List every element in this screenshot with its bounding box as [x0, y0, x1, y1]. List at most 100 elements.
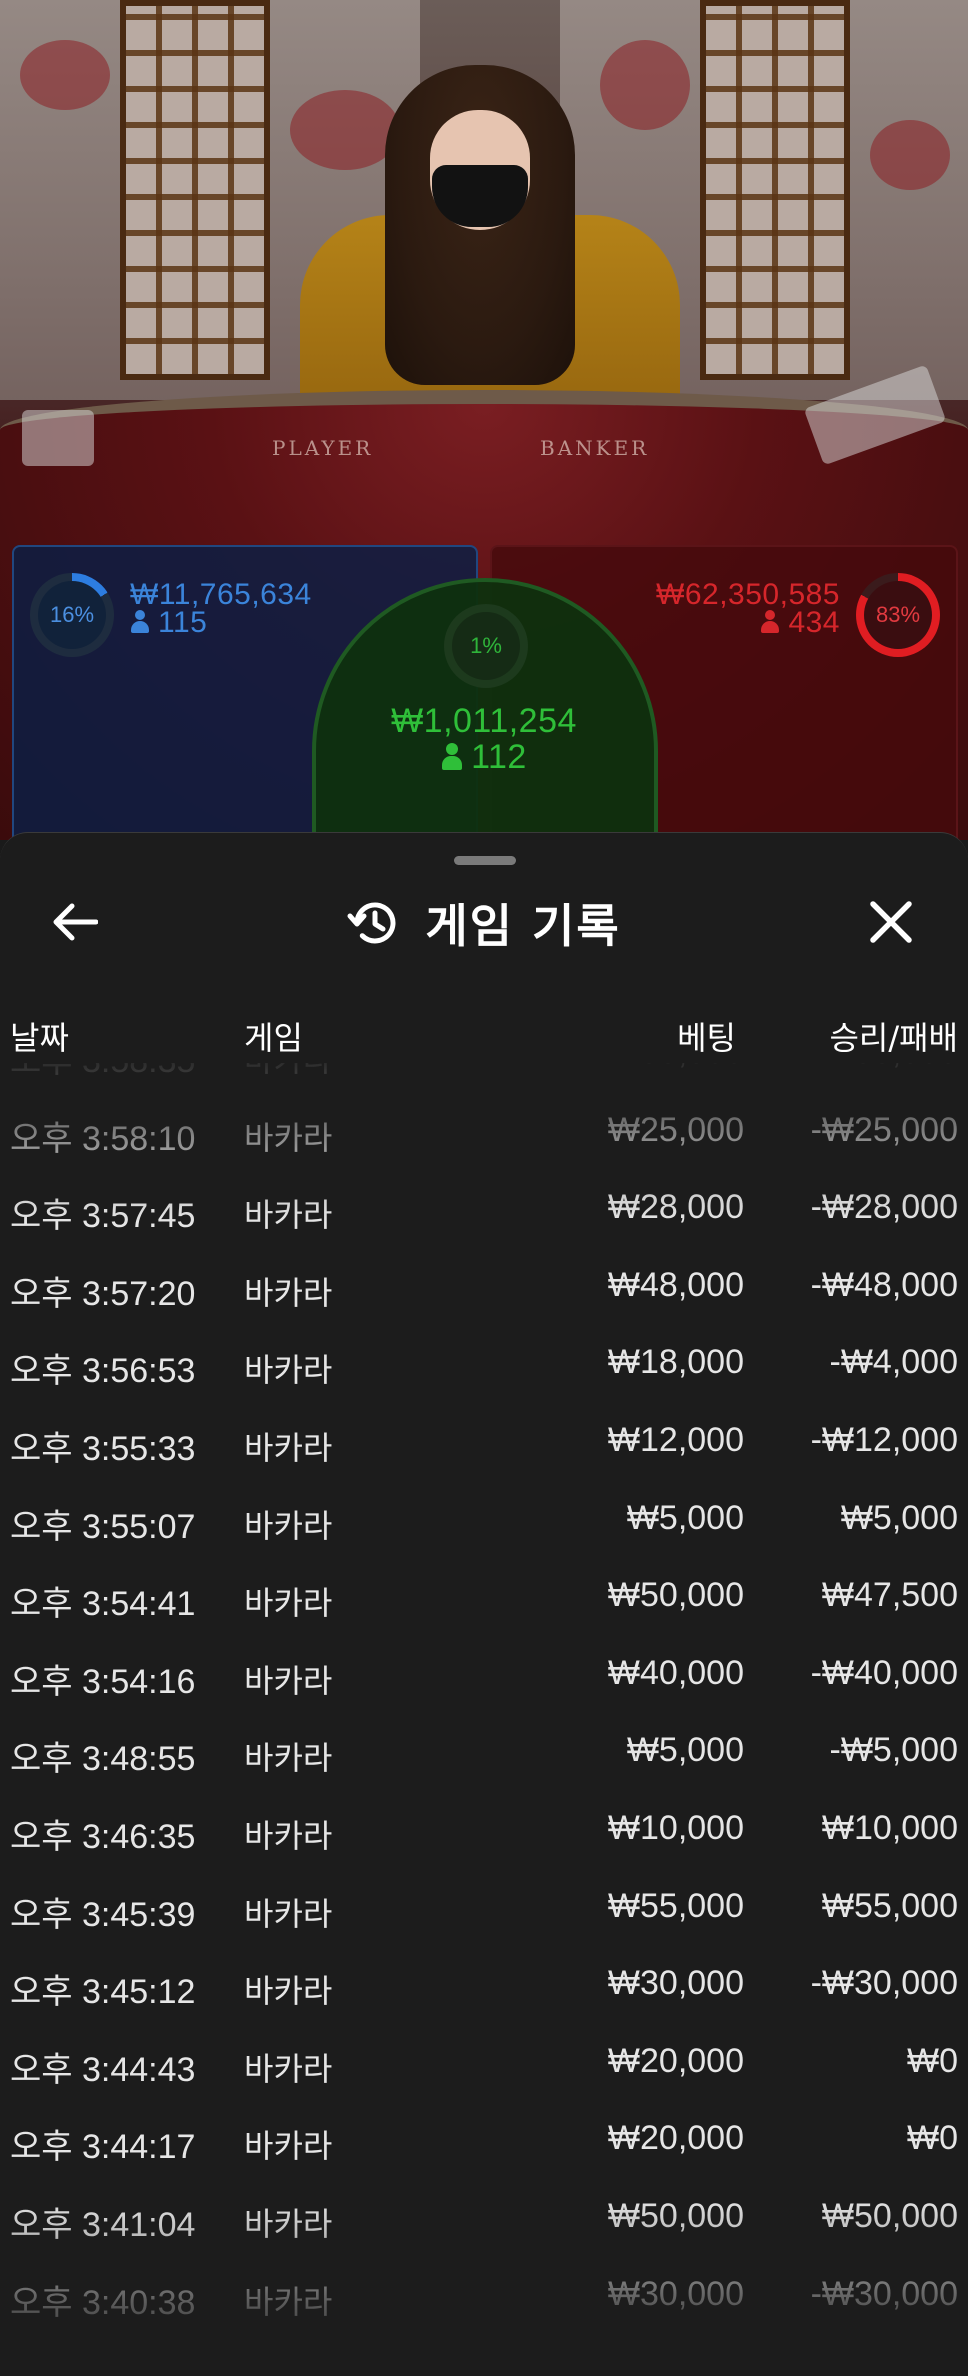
row-time: 오후 3:58:10: [10, 1119, 196, 1158]
table-row[interactable]: 오후 3:56:53 바카라 ₩18,000 -₩4,000: [0, 1325, 968, 1403]
row-time: 오후 3:45:39: [10, 1895, 196, 1934]
row-win-loss-amount: ₩0: [907, 2041, 958, 2080]
row-game: 바카라: [244, 1739, 333, 1778]
table-row[interactable]: 오후 3:55:07 바카라 ₩5,000 ₩5,000: [0, 1481, 968, 1559]
player-percent: 16%: [38, 581, 106, 649]
row-win-loss-amount: ₩55,000: [821, 1886, 958, 1925]
table-row[interactable]: 오후 3:58:10 바카라 ₩25,000 -₩25,000: [0, 1093, 968, 1171]
row-win-loss-amount: -₩100,000: [792, 1063, 958, 1072]
table-row[interactable]: 오후 3:44:17 바카라 ₩20,000 ₩0: [0, 2101, 968, 2179]
row-game: 바카라: [244, 1506, 333, 1545]
table-row[interactable]: 오후 3:57:20 바카라 ₩48,000 -₩48,000: [0, 1248, 968, 1326]
tie-total-amount: ₩1,011,254: [391, 702, 577, 740]
table-row[interactable]: 오후 3:45:12 바카라 ₩30,000 -₩30,000: [0, 1946, 968, 2024]
player-bettor-count: 115: [130, 606, 207, 640]
row-game: 바카라: [244, 2049, 333, 2088]
dealer-mask: [432, 165, 528, 227]
row-win-loss-amount: -₩4,000: [829, 1343, 959, 1382]
lattice-screen-right: [700, 0, 850, 380]
row-bet-amount: ₩100,000: [589, 1063, 744, 1072]
row-game: 바카라: [244, 2282, 333, 2321]
row-game: 바카라: [244, 1273, 333, 1312]
discard-tray: [22, 410, 94, 466]
row-game: 바카라: [244, 1661, 333, 1700]
table-row[interactable]: 오후 3:44:43 바카라 ₩20,000 ₩0: [0, 2024, 968, 2102]
banker-percent-ring: 83%: [856, 573, 940, 657]
row-bet-amount: ₩18,000: [607, 1343, 744, 1382]
row-win-loss-amount: -₩30,000: [810, 2274, 958, 2313]
row-win-loss-amount: -₩28,000: [810, 1188, 958, 1227]
row-time: 오후 3:54:41: [10, 1585, 196, 1624]
table-row[interactable]: 오후 3:58:35 바카라 ₩100,000 -₩100,000: [0, 1063, 968, 1093]
table-row[interactable]: 오후 3:40:38 바카라 ₩30,000 -₩30,000: [0, 2257, 968, 2335]
table-row[interactable]: 오후 3:41:04 바카라 ₩50,000 ₩50,000: [0, 2179, 968, 2257]
row-bet-amount: ₩5,000: [626, 1498, 744, 1537]
table-row[interactable]: 오후 3:48:55 바카라 ₩5,000 -₩5,000: [0, 1713, 968, 1791]
row-win-loss-amount: -₩48,000: [810, 1265, 958, 1304]
tie-percent: 1%: [452, 612, 520, 680]
tie-bettor-count: 112: [0, 738, 968, 777]
row-game: 바카라: [244, 1972, 333, 2011]
row-win-loss-amount: ₩50,000: [821, 2197, 958, 2235]
column-header-date: 날짜: [10, 1019, 69, 1057]
table-row[interactable]: 오후 3:54:16 바카라 ₩40,000 -₩40,000: [0, 1636, 968, 1714]
row-bet-amount: ₩55,000: [607, 1886, 744, 1925]
blossom-decoration: [600, 40, 690, 130]
row-bet-amount: ₩48,000: [607, 1265, 744, 1304]
close-button[interactable]: [864, 895, 918, 949]
player-percent-ring: 16%: [30, 573, 114, 657]
sheet-drag-handle[interactable]: [454, 856, 516, 865]
close-icon: [870, 901, 912, 943]
row-game: 바카라: [244, 1118, 333, 1157]
row-bet-amount: ₩50,000: [607, 2197, 744, 2235]
row-bet-amount: ₩30,000: [607, 1964, 744, 2003]
row-game: 바카라: [244, 1817, 333, 1855]
column-header-win-loss: 승리/패배: [829, 1019, 958, 1057]
table-row[interactable]: 오후 3:46:35 바카라 ₩10,000 ₩10,000: [0, 1791, 968, 1869]
row-bet-amount: ₩25,000: [607, 1110, 744, 1149]
history-icon: [347, 902, 396, 944]
lattice-screen-left: [120, 0, 270, 380]
banker-percent: 83%: [864, 581, 932, 649]
row-win-loss-amount: -₩30,000: [810, 1964, 958, 2003]
table-row[interactable]: 오후 3:54:41 바카라 ₩50,000 ₩47,500: [0, 1558, 968, 1636]
table-label-player: PLAYER: [272, 436, 374, 460]
row-time: 오후 3:58:35: [10, 1063, 195, 1082]
banker-bettor-count: 434: [760, 606, 840, 640]
table-label-banker: BANKER: [540, 436, 650, 460]
row-bet-amount: ₩10,000: [607, 1809, 744, 1847]
row-win-loss-amount: -₩12,000: [810, 1421, 958, 1459]
row-game: 바카라: [244, 1351, 333, 1390]
row-time: 오후 3:48:55: [10, 1740, 196, 1779]
table-row[interactable]: 오후 3:45:39 바카라 ₩55,000 ₩55,000: [0, 1869, 968, 1947]
row-win-loss-amount: ₩5,000: [840, 1498, 958, 1537]
table-row[interactable]: 오후 3:55:33 바카라 ₩12,000 -₩12,000: [0, 1403, 968, 1481]
history-list[interactable]: 오후 3:58:35 바카라 ₩100,000 -₩100,000 오후 3:58:10…: [0, 1063, 968, 2376]
row-bet-amount: ₩30,000: [607, 2274, 744, 2313]
row-time: 오후 3:54:16: [10, 1662, 196, 1701]
column-header-game: 게임: [244, 1019, 303, 1057]
row-time: 오후 3:40:38: [10, 2283, 196, 2322]
person-icon: [130, 610, 150, 634]
row-time: 오후 3:55:07: [10, 1507, 196, 1546]
row-game: 바카라: [244, 1429, 333, 1467]
table-row[interactable]: 오후 3:57:45 바카라 ₩28,000 -₩28,000: [0, 1170, 968, 1248]
row-time: 오후 3:41:04: [10, 2206, 196, 2244]
row-game: 바카라: [244, 1063, 332, 1081]
row-bet-amount: ₩40,000: [607, 1653, 744, 1692]
blossom-decoration: [290, 90, 400, 170]
column-header-bet: 베팅: [677, 1019, 736, 1057]
row-time: 오후 3:57:45: [10, 1197, 196, 1236]
row-time: 오후 3:44:17: [10, 2128, 196, 2167]
row-win-loss-amount: -₩25,000: [810, 1110, 958, 1149]
page-title: 게임 기록: [425, 899, 621, 953]
row-time: 오후 3:56:53: [10, 1352, 196, 1391]
row-time: 오후 3:57:20: [10, 1274, 196, 1313]
row-bet-amount: ₩28,000: [607, 1188, 744, 1227]
tie-percent-ring: 1%: [444, 604, 528, 688]
row-win-loss-amount: ₩10,000: [821, 1809, 958, 1847]
row-bet-amount: ₩12,000: [607, 1421, 744, 1459]
row-game: 바카라: [244, 1894, 333, 1933]
row-bet-amount: ₩20,000: [607, 2119, 744, 2158]
row-game: 바카라: [244, 1584, 333, 1623]
